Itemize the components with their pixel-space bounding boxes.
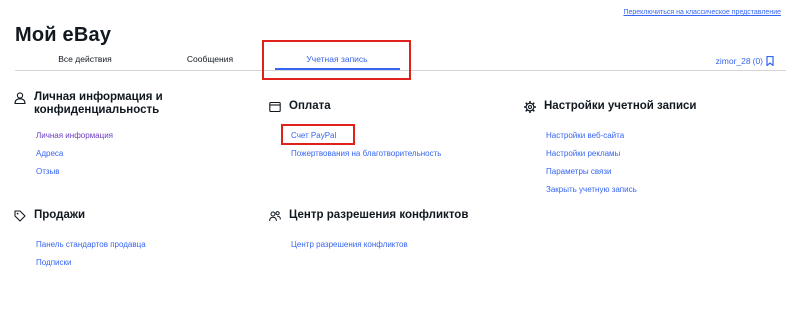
bookmark-icon[interactable] — [766, 56, 774, 66]
link-resolution-center[interactable]: Центр разрешения конфликтов — [291, 240, 408, 249]
person-icon — [14, 92, 26, 104]
people-icon — [269, 211, 281, 222]
tab-account[interactable]: Учетная запись — [273, 54, 401, 64]
section-title-payment: Оплата — [289, 100, 331, 112]
section-personal-info: Личная информация и конфиденциальность Л… — [14, 91, 244, 186]
link-close-account[interactable]: Закрыть учетную запись — [546, 185, 637, 194]
section-payment: Оплата Счет PayPal Пожертвования на благ… — [269, 100, 489, 165]
switch-to-classic-link[interactable]: Переключиться на классическое представле… — [623, 9, 781, 16]
link-site-settings[interactable]: Настройки веб-сайта — [546, 131, 624, 140]
tag-icon — [14, 210, 26, 222]
link-addresses[interactable]: Адреса — [36, 149, 63, 158]
link-seller-dashboard[interactable]: Панель стандартов продавца — [36, 240, 146, 249]
user-area[interactable]: zimor_28 (0) — [716, 56, 774, 66]
gear-icon — [524, 101, 536, 113]
card-icon — [269, 101, 281, 113]
link-charity[interactable]: Пожертвования на благотворительность — [291, 149, 441, 158]
link-subscriptions[interactable]: Подписки — [36, 258, 71, 267]
section-title-personal-line2: конфиденциальность — [34, 104, 160, 116]
section-title-personal-line1: Личная информация и — [34, 91, 163, 103]
link-ad-settings[interactable]: Настройки рекламы — [546, 149, 620, 158]
active-tab-indicator — [275, 68, 400, 70]
username[interactable]: zimor_28 — [716, 56, 751, 66]
tab-bar: Все действия Сообщения Учетная запись — [15, 50, 786, 71]
link-personal-info[interactable]: Личная информация — [36, 131, 113, 140]
section-account-settings: Настройки учетной записи Настройки веб-с… — [524, 100, 764, 200]
tab-messages[interactable]: Сообщения — [180, 54, 240, 64]
tab-all-actions[interactable]: Все действия — [55, 54, 115, 64]
notification-count: (0) — [752, 56, 763, 66]
page-title: Мой eBay — [15, 24, 112, 46]
section-title-selling: Продажи — [34, 209, 86, 221]
link-paypal-account[interactable]: Счет PayPal — [291, 131, 336, 140]
section-title-account-settings: Настройки учетной записи — [544, 100, 697, 112]
link-communication-settings[interactable]: Параметры связи — [546, 167, 612, 176]
section-resolution-center: Центр разрешения конфликтов Центр разреш… — [269, 209, 509, 254]
section-selling: Продажи Панель стандартов продавца Подпи… — [14, 209, 244, 274]
link-feedback[interactable]: Отзыв — [36, 167, 60, 176]
section-title-resolution-center: Центр разрешения конфликтов — [289, 209, 469, 221]
